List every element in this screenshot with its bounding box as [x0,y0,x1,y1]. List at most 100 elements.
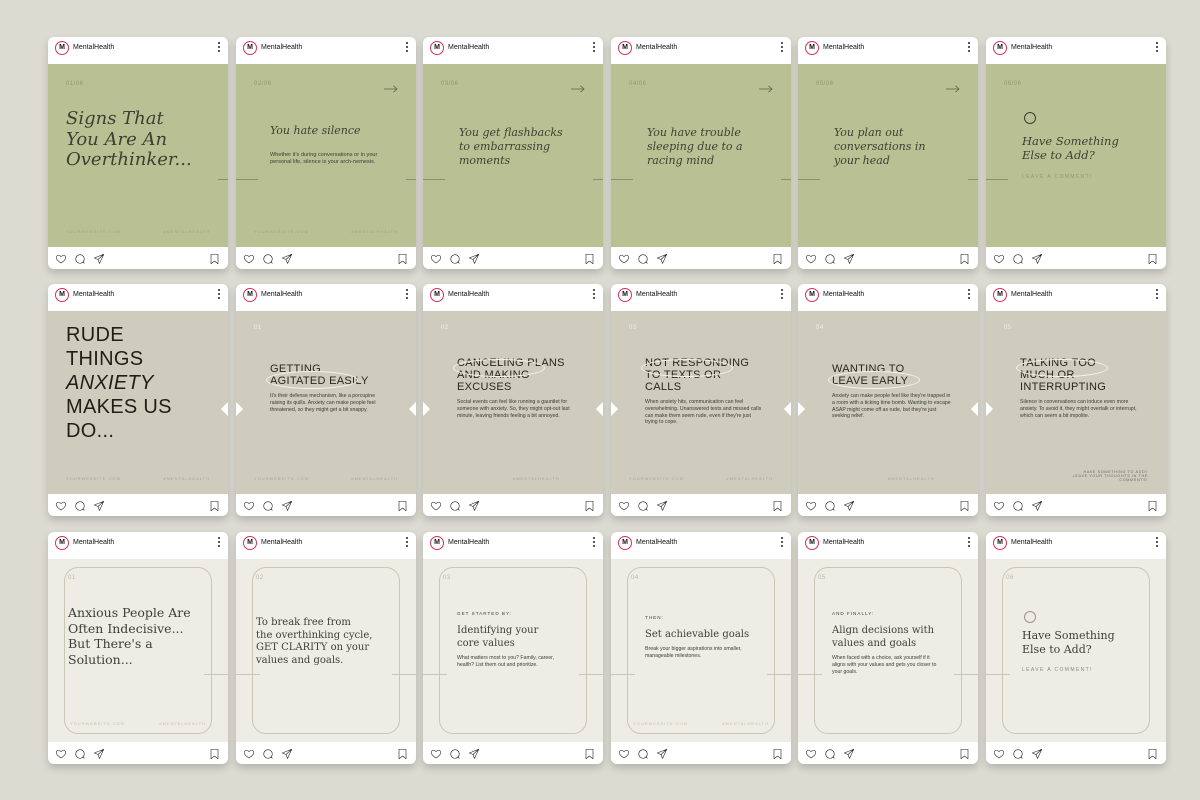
share-icon[interactable] [843,747,855,764]
avatar[interactable]: M [993,536,1007,550]
comment-icon[interactable] [637,747,649,764]
share-icon[interactable] [281,747,293,764]
more-options-icon[interactable] [217,537,221,549]
avatar[interactable]: M [805,288,819,302]
username[interactable]: MentalHealth [73,291,114,298]
share-icon[interactable] [1031,252,1043,269]
comment-icon[interactable] [449,747,461,764]
username[interactable]: MentalHealth [636,44,677,51]
avatar[interactable]: M [993,288,1007,302]
more-options-icon[interactable] [780,289,784,301]
avatar[interactable]: M [618,536,632,550]
share-icon[interactable] [1031,499,1043,516]
comment-icon[interactable] [74,252,86,269]
more-options-icon[interactable] [217,42,221,54]
post-card[interactable]: M MentalHealth 02 CANCELING PLANS AND MAKING… [423,284,603,516]
share-icon[interactable] [93,252,105,269]
heart-icon[interactable] [55,252,67,269]
post-image[interactable]: RUDE THINGS ANXIETY MAKES US DO... YOURWEBSIT… [48,311,228,494]
post-image[interactable]: 04/06 You have trouble sleeping due to a ra… [611,64,791,247]
username[interactable]: MentalHealth [823,539,864,546]
bookmark-icon[interactable] [209,252,220,269]
more-options-icon[interactable] [592,537,596,549]
heart-icon[interactable] [805,499,817,516]
heart-icon[interactable] [55,499,67,516]
post-card[interactable]: M MentalHealth RUDE THINGS ANXIETY MAKES US DO… [48,284,228,516]
heart-icon[interactable] [618,252,630,269]
username[interactable]: MentalHealth [823,44,864,51]
share-icon[interactable] [281,499,293,516]
bookmark-icon[interactable] [397,747,408,764]
post-image[interactable]: 06 Have Something Else to Add? LEAVE A COMM… [986,559,1166,742]
more-options-icon[interactable] [967,289,971,301]
post-image[interactable]: 02 To break free from the overthinking cyc… [236,559,416,742]
bookmark-icon[interactable] [772,747,783,764]
username[interactable]: MentalHealth [1011,291,1052,298]
heart-icon[interactable] [55,747,67,764]
post-image[interactable]: 05/06 You plan out conversations in your he… [798,64,978,247]
heart-icon[interactable] [805,252,817,269]
post-card[interactable]: M MentalHealth 03 GET STARTED BY: Identifyin… [423,532,603,764]
post-card[interactable]: M MentalHealth 06/06 Have Something Else to … [986,37,1166,269]
username[interactable]: MentalHealth [73,539,114,546]
more-options-icon[interactable] [780,42,784,54]
bookmark-icon[interactable] [397,252,408,269]
post-card[interactable]: M MentalHealth 03/06 You get flashbacks to e… [423,37,603,269]
bookmark-icon[interactable] [209,747,220,764]
more-options-icon[interactable] [592,289,596,301]
more-options-icon[interactable] [1155,537,1159,549]
bookmark-icon[interactable] [397,499,408,516]
avatar[interactable]: M [805,536,819,550]
post-card[interactable]: M MentalHealth 06 Have Something Else to Add… [986,532,1166,764]
post-card[interactable]: M MentalHealth 04 WANTING TO LEAVE EARLY Anxi… [798,284,978,516]
username[interactable]: MentalHealth [1011,539,1052,546]
bookmark-icon[interactable] [209,499,220,516]
share-icon[interactable] [656,252,668,269]
more-options-icon[interactable] [405,537,409,549]
username[interactable]: MentalHealth [636,539,677,546]
share-icon[interactable] [93,747,105,764]
heart-icon[interactable] [618,747,630,764]
post-image[interactable]: 01/06 Signs That You Are An Overthinker... Y… [48,64,228,247]
post-card[interactable]: M MentalHealth 05/06 You plan out conversati… [798,37,978,269]
comment-icon[interactable] [1012,499,1024,516]
post-image[interactable]: 01 GETTING AGITATED EASILY It's their defen… [236,311,416,494]
avatar[interactable]: M [243,536,257,550]
comment-icon[interactable] [824,499,836,516]
post-card[interactable]: M MentalHealth 03 NOT RESPONDING TO TEXTS OR… [611,284,791,516]
avatar[interactable]: M [430,41,444,55]
avatar[interactable]: M [993,41,1007,55]
comment-icon[interactable] [1012,747,1024,764]
post-card[interactable]: M MentalHealth 01/06 Signs That You Are An Ov… [48,37,228,269]
bookmark-icon[interactable] [584,499,595,516]
bookmark-icon[interactable] [772,252,783,269]
heart-icon[interactable] [993,747,1005,764]
username[interactable]: MentalHealth [261,44,302,51]
bookmark-icon[interactable] [772,499,783,516]
comment-icon[interactable] [262,747,274,764]
share-icon[interactable] [656,499,668,516]
heart-icon[interactable] [243,747,255,764]
comment-icon[interactable] [74,499,86,516]
post-card[interactable]: M MentalHealth 04/06 You have trouble sleepi… [611,37,791,269]
comment-icon[interactable] [637,499,649,516]
username[interactable]: MentalHealth [448,291,489,298]
heart-icon[interactable] [993,252,1005,269]
comment-icon[interactable] [262,252,274,269]
bookmark-icon[interactable] [959,747,970,764]
heart-icon[interactable] [243,252,255,269]
avatar[interactable]: M [618,41,632,55]
more-options-icon[interactable] [967,537,971,549]
post-image[interactable]: 03/06 You get flashbacks to embarrassing mo… [423,64,603,247]
more-options-icon[interactable] [405,289,409,301]
post-image[interactable]: 02 CANCELING PLANS AND MAKING EXCUSES Social… [423,311,603,494]
post-card[interactable]: M MentalHealth 05 AND FINALLY: Align decisio… [798,532,978,764]
bookmark-icon[interactable] [1147,252,1158,269]
comment-icon[interactable] [449,252,461,269]
post-image[interactable]: 06/06 Have Something Else to Add? LEAVE A C… [986,64,1166,247]
post-image[interactable]: 03 GET STARTED BY: Identifying your core va… [423,559,603,742]
heart-icon[interactable] [805,747,817,764]
heart-icon[interactable] [243,499,255,516]
comment-icon[interactable] [262,499,274,516]
avatar[interactable]: M [618,288,632,302]
